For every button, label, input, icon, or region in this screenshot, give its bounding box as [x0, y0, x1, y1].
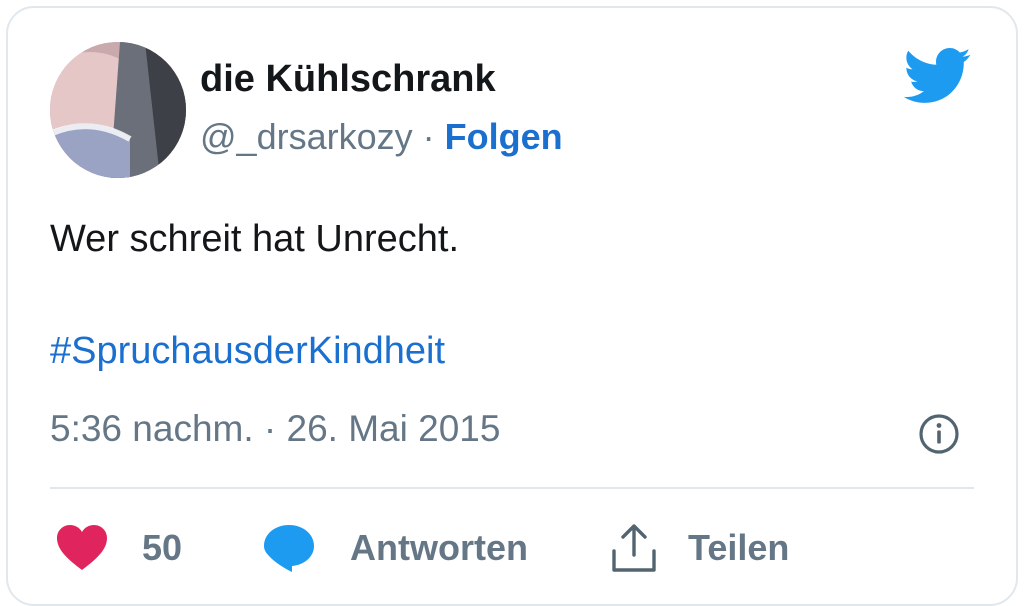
info-icon[interactable]: [918, 413, 960, 455]
tweet-timestamp[interactable]: 5:36 nachm. · 26. Mai 2015: [50, 408, 500, 450]
twitter-bird-icon[interactable]: [904, 48, 972, 104]
author-display-name[interactable]: die Kühlschrank: [200, 58, 496, 101]
author-handle[interactable]: @_drsarkozy: [200, 116, 413, 157]
like-button[interactable]: 50: [56, 520, 182, 576]
follow-button[interactable]: Folgen: [445, 116, 563, 157]
share-button[interactable]: Teilen: [610, 520, 789, 576]
share-label: Teilen: [688, 527, 790, 568]
author-handle-row: @_drsarkozy · Folgen: [200, 116, 563, 158]
speech-bubble-icon: [264, 525, 314, 572]
reply-button[interactable]: Antworten: [262, 520, 528, 576]
avatar[interactable]: [50, 42, 186, 178]
avatar-image: [50, 42, 186, 178]
like-count: 50: [142, 527, 183, 568]
heart-icon: [57, 525, 107, 570]
tweet-text: Wer schreit hat Unrecht.: [50, 218, 460, 260]
separator-dot: ·: [412, 116, 445, 157]
reply-label: Antworten: [350, 527, 528, 568]
divider: [50, 487, 974, 489]
hashtag-link[interactable]: #SpruchausderKindheit: [50, 330, 445, 373]
share-icon: [612, 524, 656, 572]
